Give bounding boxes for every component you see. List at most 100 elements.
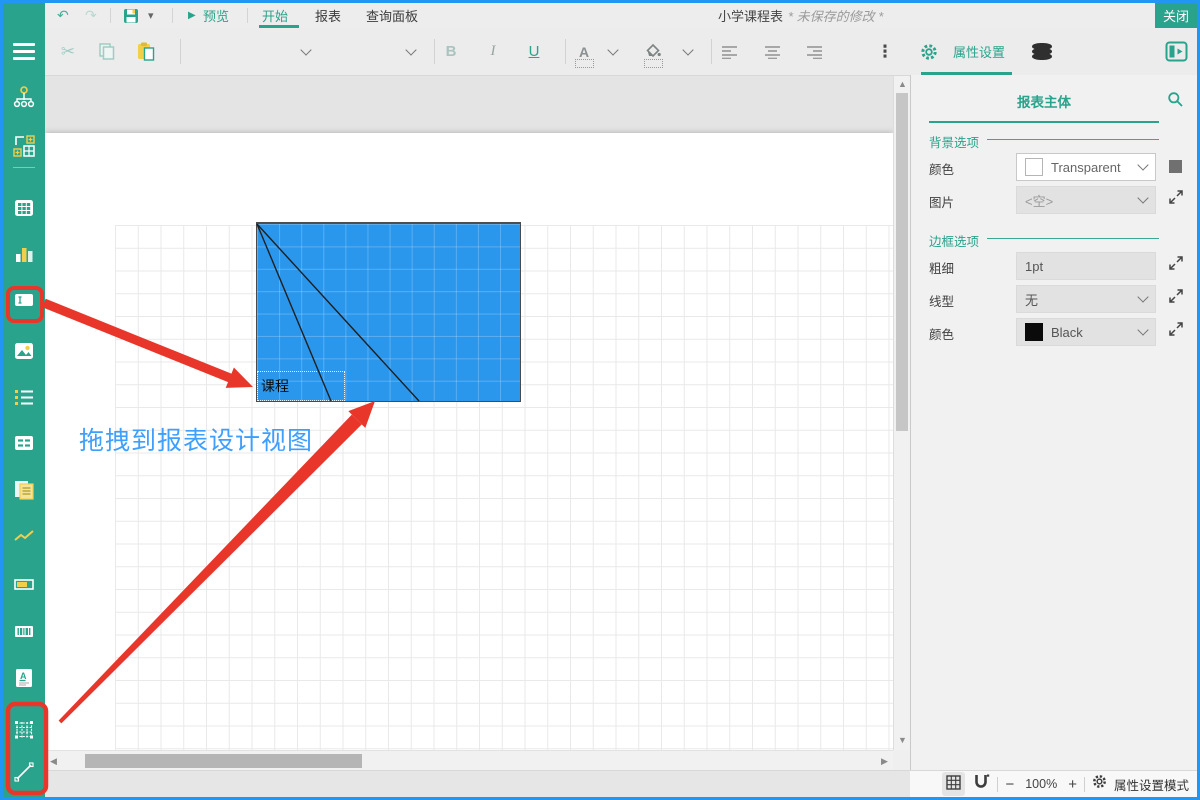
chevron-down-icon <box>1137 192 1149 204</box>
align-center-icon[interactable] <box>762 28 782 75</box>
fill-color-caret[interactable] <box>682 28 694 75</box>
bg-image-dropdown[interactable]: <空> <box>1016 186 1156 214</box>
report-designer-window: ↶ ↷ ▾ ▶ 预览 开始 报表 查询面板 小学课程表 * 未保存的修改 * 关… <box>0 0 1200 800</box>
matrix-grid-icon[interactable] <box>12 718 36 742</box>
font-family-caret[interactable] <box>300 28 312 75</box>
font-size-dropdown[interactable] <box>345 28 405 75</box>
line-icon[interactable] <box>12 760 36 784</box>
tab-query-panel[interactable]: 查询面板 <box>366 3 418 28</box>
bg-color-more-button[interactable] <box>1169 160 1182 173</box>
chart-icon[interactable] <box>12 242 36 266</box>
scroll-left-arrow[interactable]: ◀ <box>50 757 57 766</box>
close-button[interactable]: 关闭 <box>1155 3 1197 28</box>
font-size-caret[interactable] <box>405 28 417 75</box>
toolbox-sidebar: A <box>3 3 45 797</box>
section-border: 边框选项 <box>929 235 980 249</box>
border-weight-input[interactable]: 1pt <box>1016 252 1156 280</box>
barcode-icon[interactable] <box>12 619 36 643</box>
divider <box>172 8 173 23</box>
table-header-cell[interactable]: 课程 <box>257 371 345 401</box>
black-swatch <box>1025 323 1043 341</box>
collapse-panel-icon[interactable] <box>1163 28 1189 75</box>
paint-bucket-icon <box>645 43 661 58</box>
subreport-icon[interactable] <box>12 478 36 502</box>
data-source-icon[interactable] <box>1030 28 1054 75</box>
matrix-icon[interactable] <box>12 134 36 158</box>
status-bar: − 100% + 属性设置模式 <box>45 770 1197 797</box>
properties-gear-icon[interactable] <box>919 28 939 75</box>
italic-button[interactable]: I <box>485 28 501 75</box>
font-color-indicator <box>575 59 594 68</box>
undo-icon[interactable]: ↶ <box>57 3 69 28</box>
border-style-dropdown[interactable]: 无 <box>1016 285 1156 313</box>
panel-title: 报表主体 <box>1017 95 1071 110</box>
zoom-out-button[interactable]: − <box>1005 776 1014 793</box>
table-icon[interactable] <box>12 196 36 220</box>
border-color-expand-icon[interactable] <box>1167 320 1185 338</box>
divider <box>110 8 111 23</box>
list-icon[interactable] <box>12 385 36 409</box>
snap-magnet-icon[interactable] <box>972 773 990 795</box>
scroll-down-arrow[interactable]: ▼ <box>898 736 907 745</box>
grid-toggle-button[interactable] <box>942 772 966 796</box>
tab-report[interactable]: 报表 <box>315 3 341 28</box>
scroll-right-arrow[interactable]: ▶ <box>881 757 888 766</box>
textbox-icon[interactable] <box>12 288 36 312</box>
more-options-kebab-icon[interactable]: ⋮ <box>877 28 894 75</box>
bg-color-label: 颜色 <box>929 163 955 177</box>
bg-image-value: <空> <box>1025 193 1054 209</box>
font-color-caret[interactable] <box>607 28 619 75</box>
copy-icon[interactable] <box>93 28 119 75</box>
save-dropdown-caret[interactable]: ▾ <box>148 3 154 28</box>
border-weight-expand-icon[interactable] <box>1167 254 1185 272</box>
sparkline-icon[interactable] <box>12 525 36 549</box>
search-icon[interactable] <box>1167 91 1184 113</box>
border-color-dropdown[interactable]: Black <box>1016 318 1156 346</box>
vertical-scrollbar[interactable]: ▲ ▼ <box>893 75 910 750</box>
border-weight-value: 1pt <box>1025 258 1044 274</box>
scroll-up-arrow[interactable]: ▲ <box>898 80 907 89</box>
unsaved-changes-hint: * 未保存的修改 * <box>788 9 884 24</box>
underline-button[interactable]: U <box>526 28 542 75</box>
divider <box>434 39 435 64</box>
font-family-dropdown[interactable] <box>195 28 305 75</box>
align-right-icon[interactable] <box>804 28 824 75</box>
divider <box>247 8 248 23</box>
divider <box>711 39 712 64</box>
border-style-value: 无 <box>1025 292 1039 308</box>
play-icon[interactable]: ▶ <box>188 3 196 28</box>
zoom-in-button[interactable]: + <box>1068 776 1077 793</box>
tab-properties[interactable]: 属性设置 <box>949 28 1009 75</box>
rich-text-icon[interactable]: A <box>12 666 36 690</box>
floppy-icon <box>124 8 138 23</box>
horizontal-scroll-thumb[interactable] <box>85 754 362 768</box>
border-color-label: 颜色 <box>929 328 955 342</box>
redo-icon[interactable]: ↷ <box>85 3 97 28</box>
paste-icon[interactable] <box>133 28 159 75</box>
image-icon[interactable] <box>12 339 36 363</box>
bg-color-dropdown[interactable]: Transparent <box>1016 153 1156 181</box>
bg-image-expand-icon[interactable] <box>1167 188 1185 206</box>
bold-button[interactable]: B <box>443 28 459 75</box>
drag-hint-annotation: 拖拽到报表设计视图 <box>79 427 314 455</box>
transparent-swatch <box>1025 158 1043 176</box>
cut-icon[interactable]: ✂ <box>53 28 83 75</box>
divider <box>997 776 999 792</box>
mode-gear-icon[interactable] <box>1092 774 1107 794</box>
border-style-expand-icon[interactable] <box>1167 287 1185 305</box>
scrollbar-corner <box>893 750 910 770</box>
fill-color-indicator <box>644 59 663 68</box>
border-weight-label: 粗细 <box>929 262 955 276</box>
menu-icon[interactable] <box>13 43 35 64</box>
align-left-icon[interactable] <box>719 28 739 75</box>
data-table-icon[interactable] <box>12 431 36 455</box>
section-rule <box>987 139 1159 140</box>
svg-text:A: A <box>20 671 27 681</box>
save-icon[interactable] <box>123 3 139 28</box>
data-bar-icon[interactable] <box>12 572 36 596</box>
vertical-scroll-thumb[interactable] <box>896 93 908 431</box>
horizontal-scrollbar[interactable]: ◀ ▶ <box>45 750 893 770</box>
hierarchy-icon[interactable] <box>12 85 36 109</box>
preview-button[interactable]: 预览 <box>203 3 229 28</box>
bg-image-label: 图片 <box>929 196 955 210</box>
